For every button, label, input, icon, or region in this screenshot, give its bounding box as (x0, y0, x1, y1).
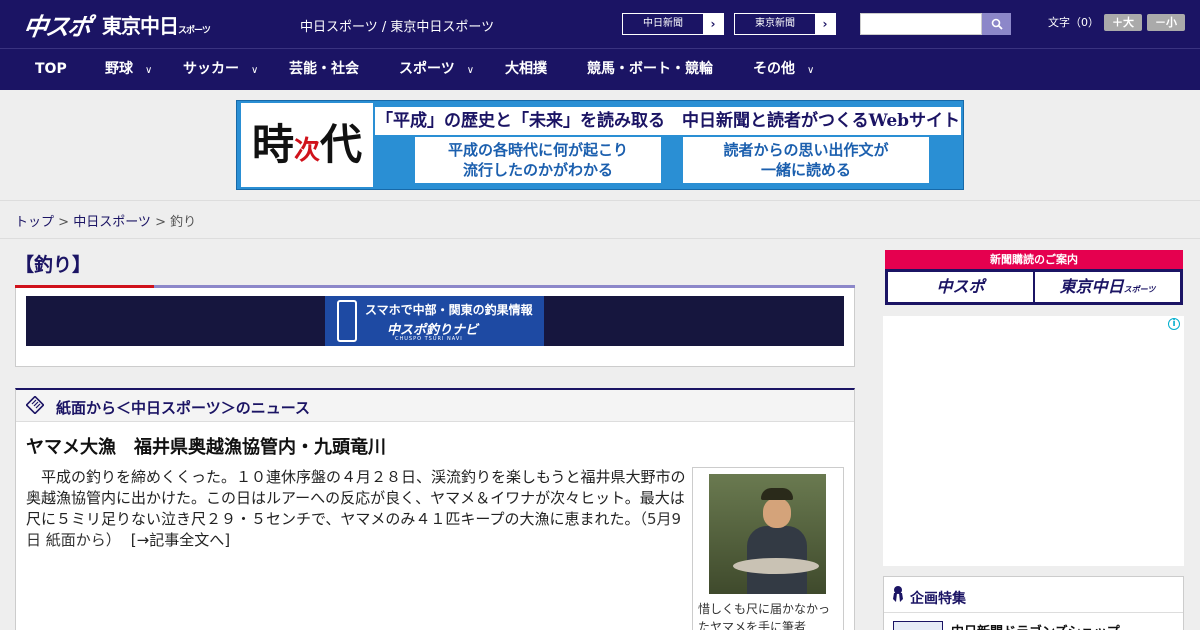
photo-caption: 惜しくも尺に届かなかったヤマメを手に筆者 (698, 602, 831, 630)
newspaper-icon (25, 395, 45, 415)
breadcrumb-current: 釣り (170, 215, 197, 230)
font-size-increase-button[interactable]: ＋大 (1104, 13, 1142, 31)
logo-chuspo: 中スポ (21, 12, 92, 41)
subscription-label: 新聞購読のご案内 (885, 250, 1183, 269)
banner-logo: 時次代 (241, 103, 373, 187)
search-button[interactable] (982, 13, 1011, 35)
article-title[interactable]: ヤマメ大漁 福井県奥越漁協管内・九頭竜川 (26, 433, 386, 459)
page-title: 【釣り】 (15, 254, 92, 276)
logo-tokyo-chunichi: 東京中日スポーツ (102, 13, 211, 38)
ad-info-icon[interactable]: i (1168, 318, 1180, 330)
feature-heading-bar: 企画特集 (884, 577, 1183, 613)
feature-item-label: 中日新聞ドラゴンズショップ (951, 621, 1120, 630)
subscribe-chuspo-button[interactable]: 中スポ (888, 272, 1033, 302)
chevron-right-icon: › (703, 14, 723, 34)
jidai-banner[interactable]: 時次代 「平成」の歴史と「未来」を読み取る 中日新聞と読者がつくるWebサイト … (236, 100, 964, 190)
news-heading-bar: 紙面から＜中日スポーツ＞のニュース (16, 390, 854, 422)
site-names: 中日スポーツ / 東京中日スポーツ (300, 20, 495, 35)
nav-item-top[interactable]: TOP (35, 49, 67, 90)
chevron-down-icon: ∨ (807, 65, 815, 76)
subscription-box: 新聞購読のご案内 中スポ 東京中日スポーツ (885, 250, 1183, 305)
banner-headline: 「平成」の歴史と「未来」を読み取る 中日新聞と読者がつくるWebサイト (375, 107, 961, 135)
chevron-down-icon: ∨ (466, 65, 475, 76)
breadcrumb-top-link[interactable]: トップ (15, 215, 54, 230)
nav-item-soccer[interactable]: サッカー ∨ (183, 49, 258, 90)
ad-slot: i (883, 316, 1184, 566)
banner-box-history: 平成の各時代に何が起こり 流行したのかがわかる (415, 137, 661, 183)
nav-item-sumo[interactable]: 大相撲 (505, 49, 547, 90)
chevron-down-icon: ∨ (251, 65, 259, 76)
font-size-label: 文字（0） (1048, 16, 1099, 29)
chunichi-shimbun-link[interactable]: 中日新聞 › (622, 13, 724, 35)
smartphone-icon (337, 300, 357, 342)
nav-item-other[interactable]: その他 ∨ (753, 49, 814, 90)
nav-item-baseball[interactable]: 野球 ∨ (105, 49, 152, 90)
breadcrumb-chunichi-link[interactable]: 中日スポーツ (73, 215, 151, 230)
nav-item-racing[interactable]: 競馬・ボート・競輪 (587, 49, 713, 90)
read-more-link[interactable]: [→記事全文へ] (131, 531, 230, 549)
tokyo-shimbun-link[interactable]: 東京新聞 › (734, 13, 836, 35)
font-size-control: 文字（0） ＋大 －小 (1048, 13, 1185, 31)
search-icon (991, 18, 1003, 30)
main-nav: TOP 野球 ∨ サッカー ∨ 芸能・社会 スポーツ ∨ 大相撲 競馬・ボート・競輪 … (0, 48, 1200, 90)
site-logo[interactable]: 中スポ 東京中日スポーツ (21, 8, 211, 41)
chevron-down-icon: ∨ (145, 65, 153, 76)
tsuri-navi-banner[interactable]: スマホで中部・関東の釣果情報 中スポ釣りナビ CHUSPO TSURI NAVI (26, 296, 844, 346)
article-summary: 平成の釣りを締めくくった。１０連休序盤の４月２８日、渓流釣りを楽しもうと福井県大… (26, 468, 686, 549)
article-photo[interactable] (709, 474, 826, 594)
feature-heading: 企画特集 (910, 591, 966, 607)
ribbon-icon (892, 585, 904, 607)
font-size-decrease-button[interactable]: －小 (1147, 13, 1185, 31)
nav-item-entertainment[interactable]: 芸能・社会 (289, 49, 359, 90)
feature-thumbnail (893, 621, 943, 630)
search-input[interactable] (860, 13, 982, 35)
search-form (860, 13, 1011, 35)
subscribe-tokyo-chunichi-button[interactable]: 東京中日スポーツ (1035, 272, 1180, 302)
feature-item[interactable]: 中日新聞ドラゴンズショップ (893, 621, 1120, 630)
top-header: 中スポ 東京中日スポーツ 中日スポーツ / 東京中日スポーツ 中日新聞 › 東京… (0, 0, 1200, 48)
nav-item-sports[interactable]: スポーツ ∨ (399, 49, 474, 90)
banner-box-essays: 読者からの思い出作文が 一緒に読める (683, 137, 929, 183)
chevron-right-icon: › (815, 14, 835, 34)
news-heading: 紙面から＜中日スポーツ＞のニュース (56, 399, 310, 417)
breadcrumb: トップ > 中日スポーツ > 釣り (15, 215, 197, 230)
